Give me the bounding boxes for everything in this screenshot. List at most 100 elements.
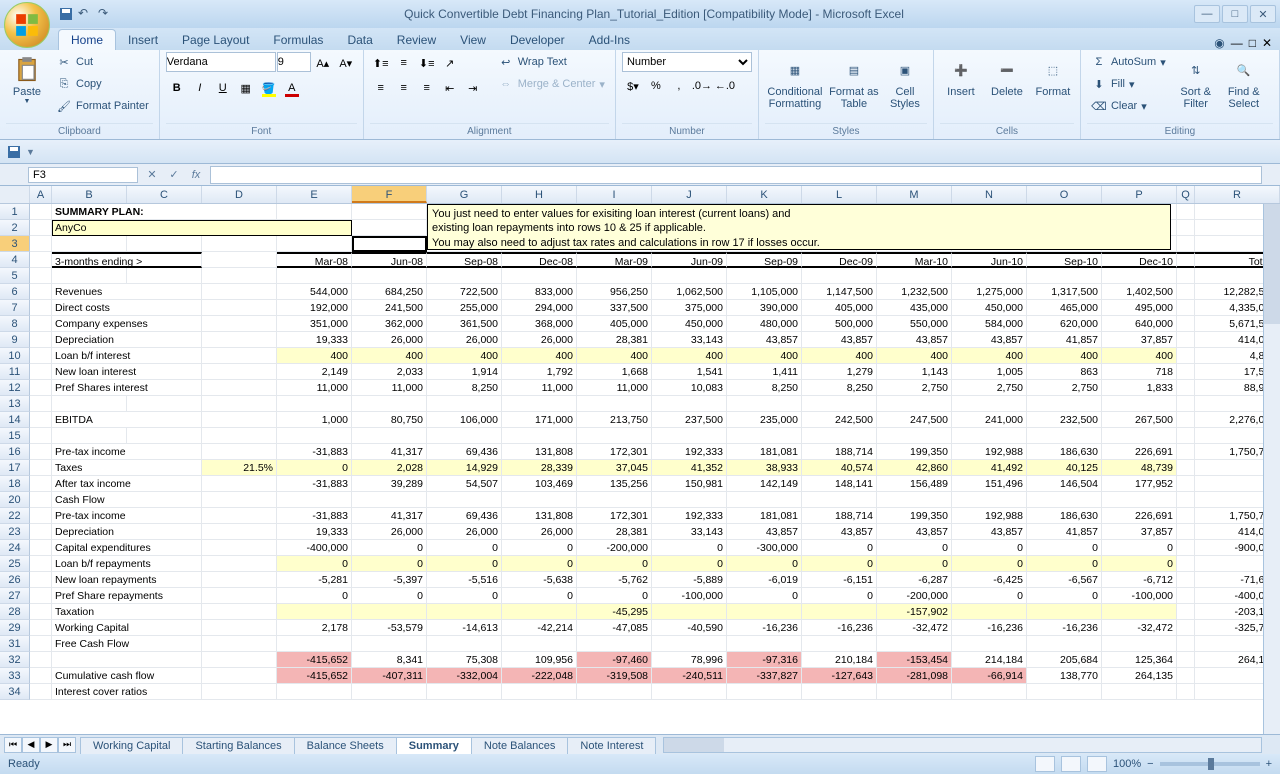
cell[interactable] <box>952 396 1027 412</box>
cell[interactable] <box>52 236 127 252</box>
cell[interactable] <box>127 236 202 252</box>
cell[interactable] <box>52 268 127 284</box>
fill-button[interactable]: ⬇Fill ▾ <box>1087 74 1170 94</box>
format-painter-button[interactable]: 🖌Format Painter <box>52 96 153 116</box>
decrease-indent-icon[interactable]: ⇤ <box>439 77 461 99</box>
cell[interactable] <box>502 636 577 652</box>
cell[interactable] <box>1177 444 1195 460</box>
cell[interactable] <box>352 220 427 236</box>
sort-filter-button[interactable]: ⇅Sort & Filter <box>1174 52 1218 110</box>
cell[interactable]: 177,952 <box>1102 476 1177 492</box>
cell[interactable] <box>802 428 877 444</box>
cell[interactable]: 2,750 <box>877 380 952 396</box>
vertical-scrollbar[interactable] <box>1263 204 1280 734</box>
cell[interactable]: 375,000 <box>652 300 727 316</box>
col-header-H[interactable]: H <box>502 186 577 203</box>
cell[interactable]: 41,857 <box>1027 332 1102 348</box>
page-layout-view-icon[interactable] <box>1061 756 1081 772</box>
cell[interactable] <box>427 492 502 508</box>
cell[interactable]: Mar-09 <box>577 252 652 268</box>
cell[interactable] <box>1177 412 1195 428</box>
cell[interactable] <box>30 268 52 284</box>
cell[interactable]: 1,232,500 <box>877 284 952 300</box>
cell[interactable]: Loan b/f interest <box>52 348 202 364</box>
cell[interactable]: 544,000 <box>277 284 352 300</box>
cell[interactable] <box>1177 604 1195 620</box>
cell[interactable]: Revenues <box>52 284 202 300</box>
align-bottom-icon[interactable]: ⬇≡ <box>416 52 438 74</box>
cell[interactable]: 351,000 <box>277 316 352 332</box>
cell[interactable] <box>877 636 952 652</box>
cell[interactable]: Mar-08 <box>277 252 352 268</box>
cell[interactable]: 41,317 <box>352 508 427 524</box>
col-header-J[interactable]: J <box>652 186 727 203</box>
enter-formula-icon[interactable]: ✓ <box>164 166 184 184</box>
cell[interactable]: Direct costs <box>52 300 202 316</box>
cell[interactable] <box>502 684 577 700</box>
cell[interactable] <box>952 604 1027 620</box>
zoom-in-icon[interactable]: + <box>1266 758 1272 770</box>
cell[interactable] <box>1177 284 1195 300</box>
cell[interactable]: 0 <box>952 540 1027 556</box>
cell[interactable] <box>202 604 277 620</box>
cell[interactable] <box>202 348 277 364</box>
cell[interactable]: 1,668 <box>577 364 652 380</box>
cell[interactable]: 247,500 <box>877 412 952 428</box>
col-header-G[interactable]: G <box>427 186 502 203</box>
cell[interactable]: 718 <box>1102 364 1177 380</box>
cell[interactable] <box>202 508 277 524</box>
cell[interactable] <box>727 492 802 508</box>
cell[interactable] <box>30 300 52 316</box>
cell[interactable]: -16,236 <box>1027 620 1102 636</box>
page-break-view-icon[interactable] <box>1087 756 1107 772</box>
cell[interactable]: 362,000 <box>352 316 427 332</box>
cell[interactable] <box>727 396 802 412</box>
tab-nav-last-icon[interactable]: ⏭ <box>58 737 76 753</box>
cell[interactable] <box>52 428 127 444</box>
cell[interactable] <box>952 492 1027 508</box>
cell[interactable]: -5,397 <box>352 572 427 588</box>
cell[interactable]: -5,516 <box>427 572 502 588</box>
cell[interactable]: 1,062,500 <box>652 284 727 300</box>
cell[interactable] <box>202 668 277 684</box>
cell[interactable]: -31,883 <box>277 444 352 460</box>
cell[interactable]: 1,105,000 <box>727 284 802 300</box>
cell[interactable]: 181,081 <box>727 444 802 460</box>
cell[interactable]: 28,381 <box>577 524 652 540</box>
cell[interactable] <box>30 284 52 300</box>
cell[interactable]: 0 <box>727 588 802 604</box>
cell[interactable] <box>1177 668 1195 684</box>
sheet-tab-note-interest[interactable]: Note Interest <box>567 737 656 754</box>
cell[interactable] <box>202 364 277 380</box>
cell[interactable]: 146,504 <box>1027 476 1102 492</box>
cell[interactable] <box>1177 316 1195 332</box>
cut-button[interactable]: ✂Cut <box>52 52 153 72</box>
cell[interactable]: Jun-09 <box>652 252 727 268</box>
cell[interactable]: -6,425 <box>952 572 1027 588</box>
cell[interactable]: -281,098 <box>877 668 952 684</box>
cell[interactable]: -100,000 <box>1102 588 1177 604</box>
cell[interactable]: 26,000 <box>502 332 577 348</box>
cell[interactable]: 1,541 <box>652 364 727 380</box>
cell[interactable]: -45,295 <box>577 604 652 620</box>
cell[interactable] <box>1177 492 1195 508</box>
cell[interactable] <box>202 252 277 268</box>
col-header-O[interactable]: O <box>1027 186 1102 203</box>
cell[interactable]: 33,143 <box>652 332 727 348</box>
close-button[interactable]: ✕ <box>1250 5 1276 23</box>
cell[interactable] <box>202 588 277 604</box>
ribbon-tab-home[interactable]: Home <box>58 29 116 50</box>
select-all-corner[interactable] <box>0 186 30 203</box>
cell[interactable]: 620,000 <box>1027 316 1102 332</box>
cell[interactable]: 0 <box>952 556 1027 572</box>
minimize-button[interactable]: — <box>1194 5 1220 23</box>
cell[interactable]: -337,827 <box>727 668 802 684</box>
cell[interactable]: 640,000 <box>1102 316 1177 332</box>
number-format-combo[interactable]: Number <box>622 52 752 72</box>
autosum-button[interactable]: ΣAutoSum ▾ <box>1087 52 1170 72</box>
cell[interactable]: 39,289 <box>352 476 427 492</box>
cell[interactable]: 192,000 <box>277 300 352 316</box>
cell[interactable] <box>127 428 202 444</box>
cell[interactable]: 833,000 <box>502 284 577 300</box>
cell[interactable] <box>1027 684 1102 700</box>
